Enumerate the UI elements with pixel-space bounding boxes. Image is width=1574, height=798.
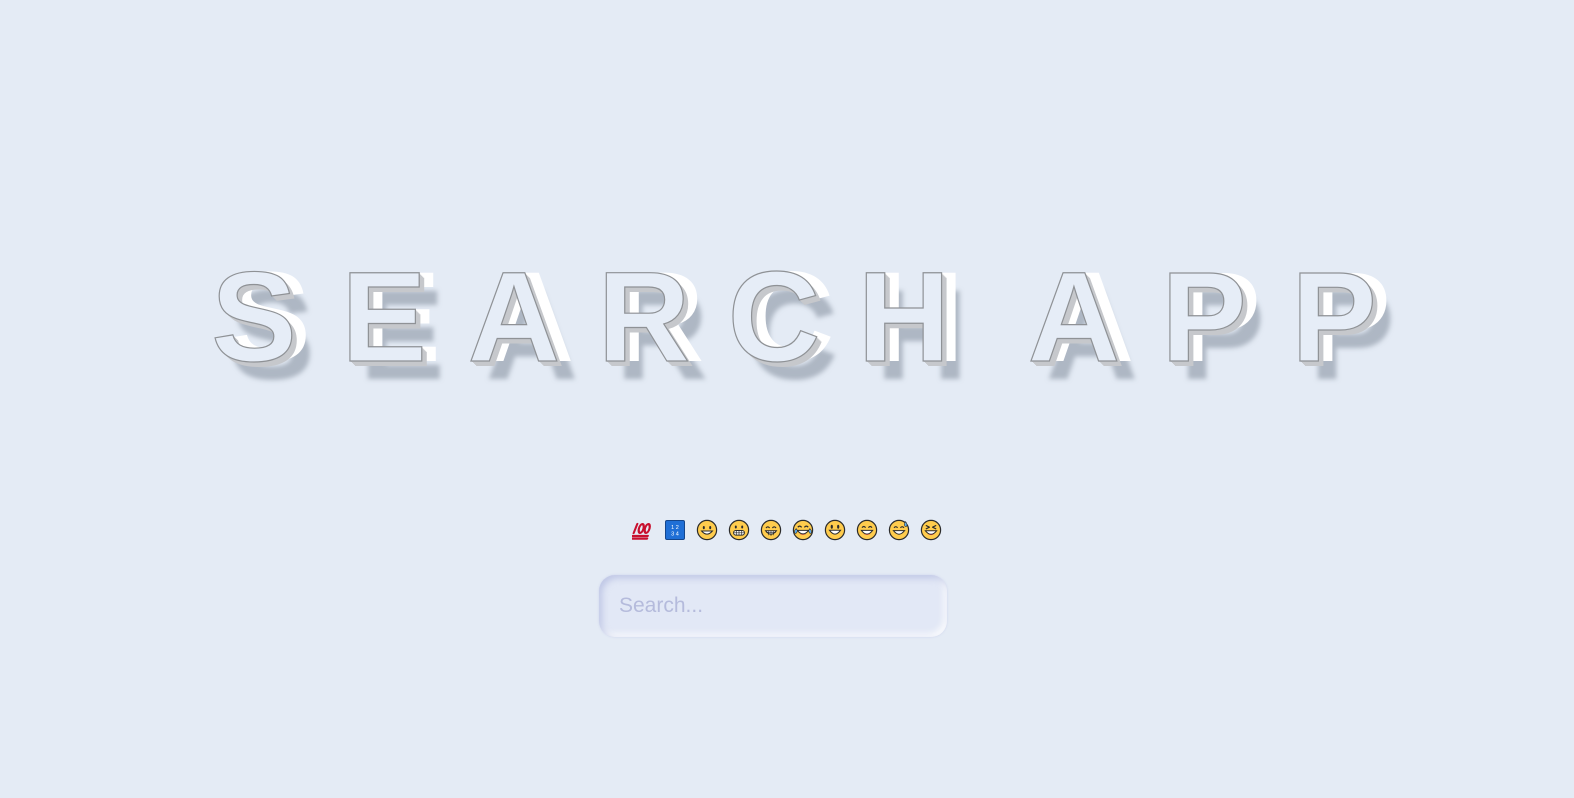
title-letter: P	[1291, 246, 1378, 389]
search-input[interactable]	[599, 575, 947, 637]
title-letter: A	[1027, 246, 1121, 389]
title-letter: C	[727, 246, 821, 389]
grinning-face-icon[interactable]	[694, 517, 720, 543]
grimacing-face-icon[interactable]	[726, 517, 752, 543]
app-title-letters: S E A R C H A P P	[175, 246, 1399, 389]
title-letter: H	[857, 246, 951, 389]
emoji-bar: 1 2 3 4	[0, 517, 1574, 543]
app-title: S E A R C H A P P	[0, 246, 1574, 398]
grinning-smiling-eyes-face-icon[interactable]	[854, 517, 880, 543]
numbers-top: 1 2	[671, 525, 679, 531]
grinning-sweat-face-icon[interactable]	[886, 517, 912, 543]
beaming-face-icon[interactable]	[758, 517, 784, 543]
title-letter: S	[211, 246, 298, 389]
title-letter: P	[1161, 246, 1248, 389]
search-app-page: S E A R C H A P P 1 2 3 4 Search...	[0, 0, 1574, 798]
title-letter: R	[597, 246, 691, 389]
numbers-bottom: 3 4	[671, 532, 679, 538]
title-letter: E	[341, 246, 428, 389]
title-letter: A	[467, 246, 561, 389]
squinting-face-icon[interactable]	[918, 517, 944, 543]
hundred-points-icon[interactable]	[630, 517, 656, 543]
search-box	[599, 575, 947, 637]
tears-of-joy-face-icon[interactable]	[790, 517, 816, 543]
grinning-big-eyes-face-icon[interactable]	[822, 517, 848, 543]
input-numbers-icon[interactable]: 1 2 3 4	[662, 517, 688, 543]
